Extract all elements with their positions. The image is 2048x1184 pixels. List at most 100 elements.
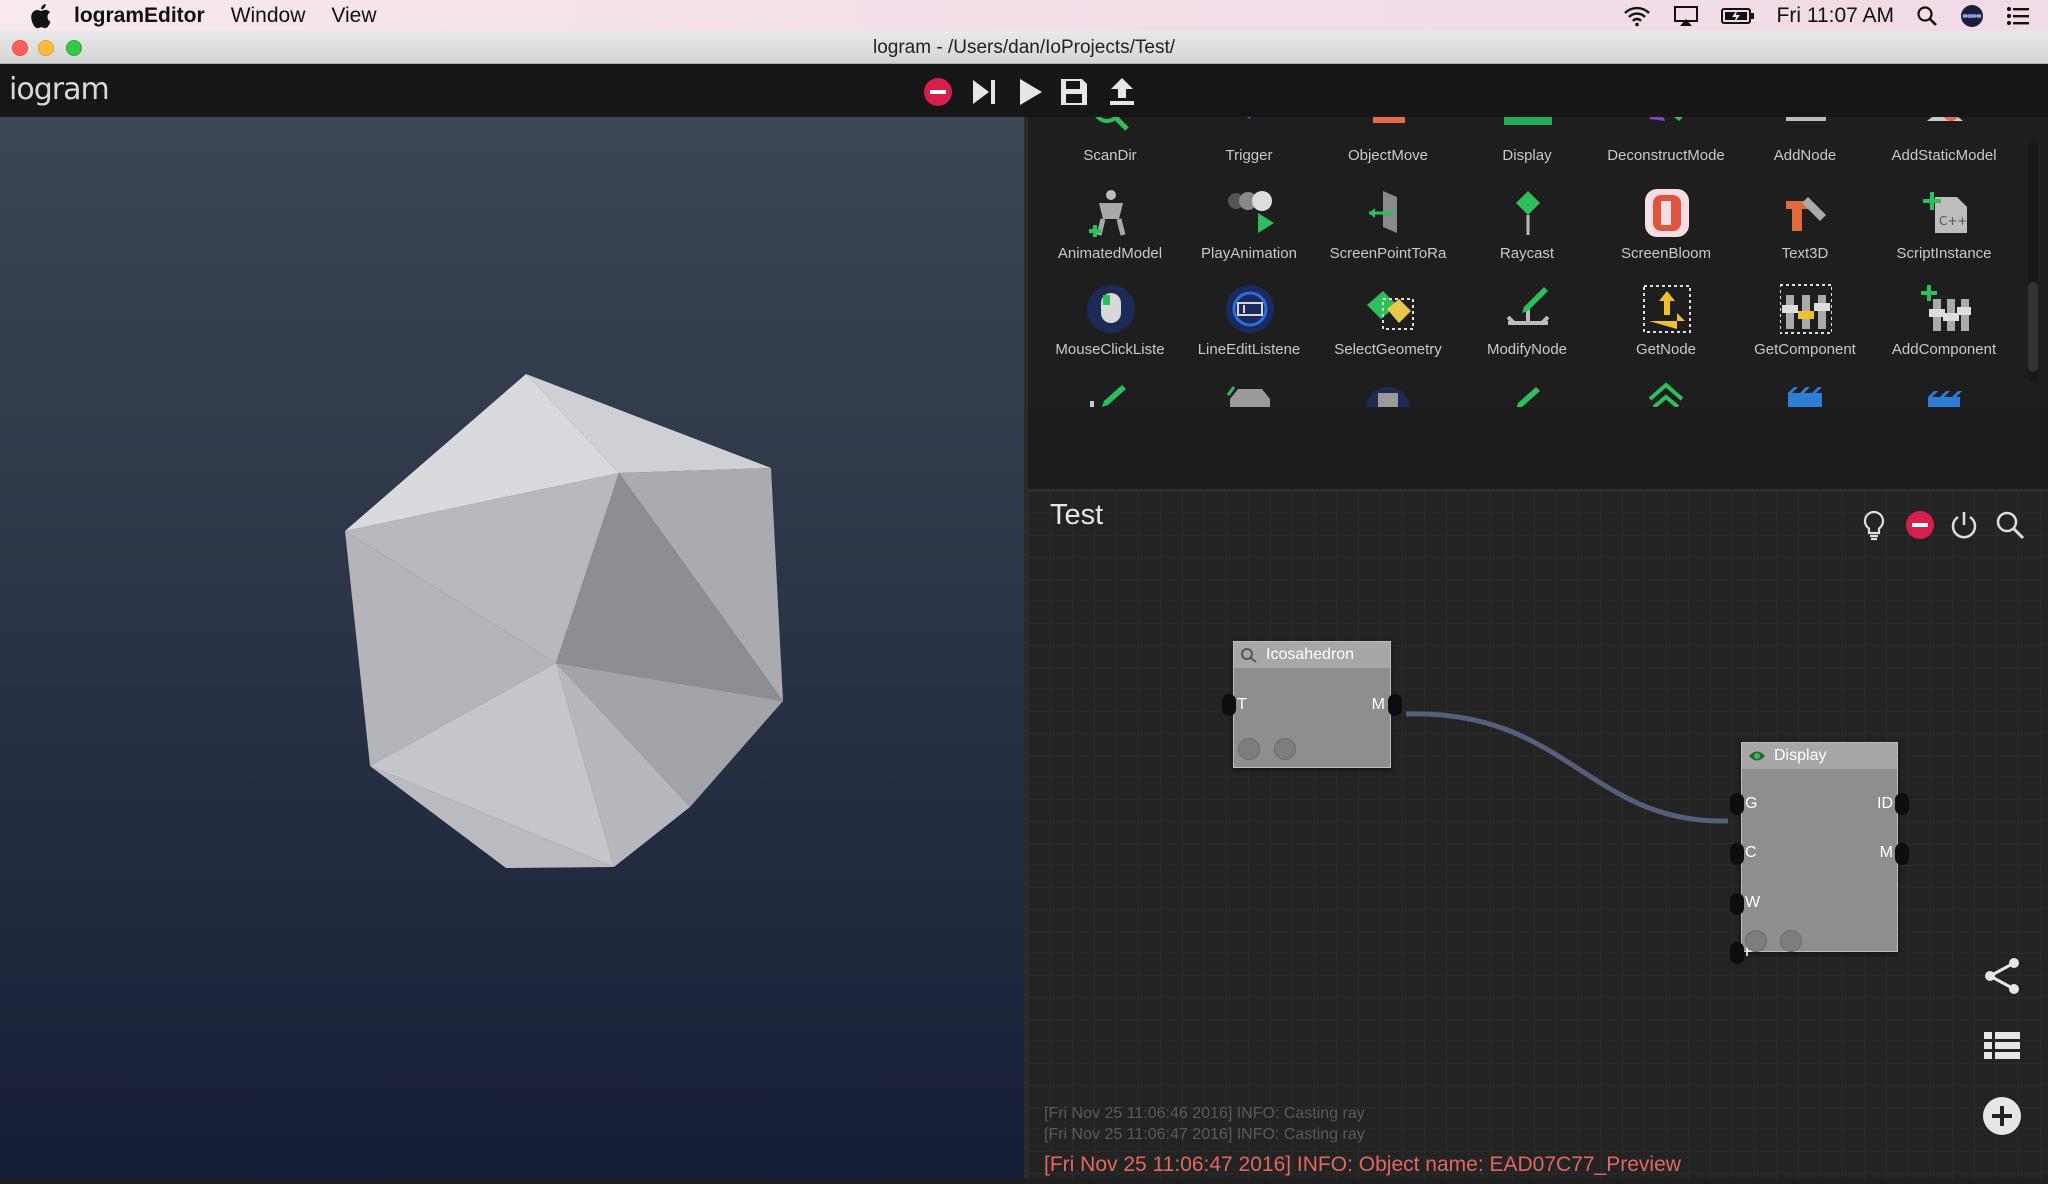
save-button[interactable] <box>1058 76 1090 108</box>
output-pin[interactable] <box>1388 694 1402 716</box>
input-port-t[interactable]: T <box>1237 696 1247 714</box>
node-header[interactable]: Display <box>1742 743 1897 769</box>
library-item-label: GetNode <box>1635 341 1697 358</box>
library-item-selectgeometry[interactable]: SelectGeometry <box>1318 283 1458 379</box>
library-item-mouseclicklistener[interactable]: MouseClickListe <box>1040 283 1180 379</box>
display-remove-port-button[interactable] <box>1745 930 1767 952</box>
modify-node-icon <box>1506 287 1550 325</box>
scene-parent-node-icon[interactable] <box>1640 379 1692 407</box>
input-pin[interactable] <box>1730 793 1744 815</box>
input-port-c[interactable]: C <box>1745 844 1757 862</box>
stop-button[interactable] <box>922 76 954 108</box>
output-port-id[interactable]: ID <box>1877 795 1893 813</box>
library-item-raycast[interactable]: Raycast <box>1457 187 1597 283</box>
list-icon[interactable] <box>1982 1026 2022 1066</box>
icosahedron-node[interactable]: Icosahedron T M <box>1222 641 1402 768</box>
minimize-window-button[interactable] <box>38 40 54 56</box>
library-item-lineeditlistener[interactable]: LineEditListene <box>1179 283 1319 379</box>
battery-icon[interactable] <box>1720 6 1755 26</box>
remove-port-button[interactable] <box>1238 738 1260 760</box>
window-title: logram - /Users/dan/IoProjects/Test/ <box>873 37 1175 58</box>
close-window-button[interactable] <box>12 40 28 56</box>
library-item-label: GetComponent <box>1754 341 1856 358</box>
library-item-addcomponent[interactable]: AddComponent <box>1874 283 2014 379</box>
select-geometry-icon <box>1367 291 1414 330</box>
library-item-display[interactable]: Display <box>1457 117 1597 185</box>
apple-menu-icon[interactable] <box>28 3 52 29</box>
play-button[interactable] <box>1014 76 1046 108</box>
output-pin[interactable] <box>1895 843 1909 865</box>
add-node-icon <box>1786 117 1826 121</box>
library-item-deconstructmodel[interactable]: DeconstructMode <box>1596 117 1736 185</box>
menu-app-name[interactable]: logramEditor <box>74 4 205 28</box>
display-node[interactable]: Display G C W F ID M <box>1730 742 1909 964</box>
menu-clock[interactable]: Fri 11:07 AM <box>1777 4 1895 28</box>
library-item-objectmove[interactable]: ObjectMove <box>1318 117 1458 185</box>
library-item-modifynode[interactable]: ModifyNode <box>1457 283 1597 379</box>
library-item-screenbloom[interactable]: ScreenBloom <box>1596 187 1736 283</box>
siri-icon[interactable] <box>1960 4 1984 28</box>
display-add-port-button[interactable] <box>1780 930 1802 952</box>
library-item-label: AddStaticModel <box>1891 147 1997 164</box>
library-item-getcomponent[interactable]: GetComponent <box>1735 283 1875 379</box>
notification-center-icon[interactable] <box>2006 6 2030 26</box>
input-pin[interactable] <box>1730 843 1744 865</box>
library-item-label: PlayAnimation <box>1201 245 1297 262</box>
play-animation-icon <box>1228 191 1274 233</box>
library-item-label: AddComponent <box>1891 341 1997 358</box>
airplay-icon[interactable] <box>1673 5 1699 27</box>
input-pin[interactable] <box>1730 893 1744 915</box>
share-icon[interactable] <box>1982 956 2022 996</box>
graph-editor[interactable]: Test Icosahedron T M Display G C W F ID … <box>1028 489 2048 1179</box>
library-item-label: Text3D <box>1781 245 1829 262</box>
add-component-icon <box>1921 285 1971 331</box>
node-header[interactable]: Icosahedron <box>1234 642 1390 668</box>
library-item-animatedmodel[interactable]: AnimatedModel <box>1040 187 1180 283</box>
library-item-label: ScriptInstance <box>1896 245 1992 262</box>
library-item-label: ScanDir <box>1083 147 1137 164</box>
3d-viewport[interactable] <box>0 117 1024 1179</box>
library-item-label: Display <box>1502 147 1552 164</box>
library-item-getnode[interactable]: GetNode <box>1596 283 1736 379</box>
icosahedron-model[interactable] <box>0 117 1024 1179</box>
library-item-trigger[interactable]: Trigger <box>1179 117 1319 185</box>
output-pin[interactable] <box>1895 793 1909 815</box>
zoom-window-button[interactable] <box>66 40 82 56</box>
library-item-addstaticmodel[interactable]: AddStaticModel <box>1874 117 2014 185</box>
vehicle-node-icon[interactable] <box>1224 379 1276 407</box>
output-port-m[interactable]: M <box>1372 696 1385 714</box>
library-item-text3d[interactable]: Text3D <box>1735 187 1875 283</box>
menu-view[interactable]: View <box>331 4 376 28</box>
library-vertical-scrollbar[interactable] <box>2022 142 2044 382</box>
input-pin[interactable] <box>1222 694 1236 716</box>
clapper-node-icon-2[interactable] <box>1918 379 1970 407</box>
eye-icon <box>1749 751 1765 761</box>
upload-button[interactable] <box>1106 76 1138 108</box>
library-item-label: MouseClickListe <box>1055 341 1165 358</box>
text3d-icon <box>1786 197 1826 231</box>
library-item-scandir[interactable]: ScanDir <box>1040 117 1180 185</box>
clapper-node-icon[interactable] <box>1780 379 1832 407</box>
step-forward-button[interactable] <box>968 76 1000 108</box>
line-edit-listener-icon <box>1226 285 1274 333</box>
pencil-node-icon[interactable] <box>1084 379 1136 407</box>
menu-extras: Fri 11:07 AM <box>1623 0 2031 31</box>
library-item-playanimation[interactable]: PlayAnimation <box>1179 187 1319 283</box>
library-item-label: Raycast <box>1499 245 1555 262</box>
library-item-addnode[interactable]: AddNode <box>1735 117 1875 185</box>
input-port-w[interactable]: W <box>1745 894 1760 912</box>
log-latest-line: [Fri Nov 25 11:06:47 2016] INFO: Object … <box>1044 1153 1681 1176</box>
library-item-scriptinstance[interactable]: C++ ScriptInstance <box>1874 187 2014 283</box>
scan-dir-icon <box>1095 117 1129 131</box>
spotlight-search-icon[interactable] <box>1916 5 1938 27</box>
output-port-m[interactable]: M <box>1880 844 1893 862</box>
menu-window[interactable]: Window <box>231 4 306 28</box>
wifi-icon[interactable] <box>1623 5 1651 27</box>
library-item-screenpointtoray[interactable]: ScreenPointToRa <box>1318 187 1458 283</box>
add-port-button[interactable] <box>1274 738 1296 760</box>
get-node-icon <box>1643 285 1691 333</box>
network-node-icon[interactable] <box>1362 379 1414 407</box>
edit-node-icon[interactable] <box>1502 379 1554 407</box>
input-pin[interactable] <box>1730 942 1744 964</box>
input-port-g[interactable]: G <box>1745 795 1757 813</box>
